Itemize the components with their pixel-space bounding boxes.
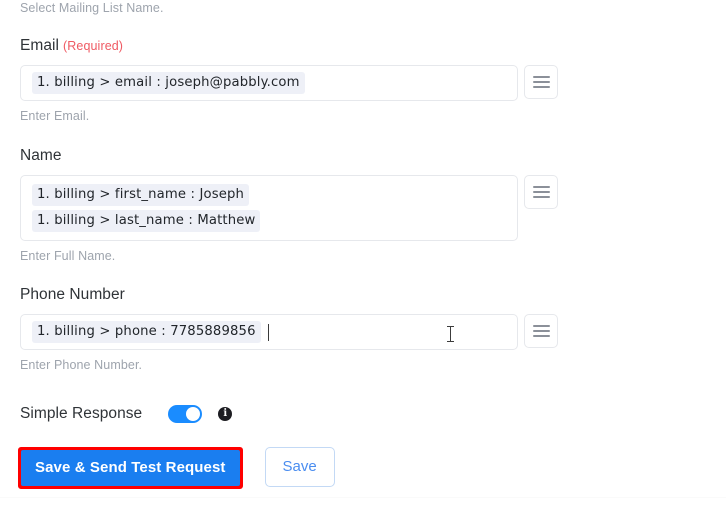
text-caret [267, 323, 269, 341]
form-page: Select Mailing List Name. Email (Require… [0, 0, 726, 506]
email-required-tag: (Required) [63, 39, 124, 53]
simple-response-row: Simple Response i [20, 405, 233, 423]
mailing-list-helper-text: Select Mailing List Name. [20, 1, 164, 15]
hamburger-icon-bar [532, 325, 550, 327]
hamburger-icon-bar [532, 335, 550, 337]
name-input-row: 1. billing > first_name : Joseph 1. bill… [20, 175, 558, 241]
email-chip-line: 1. billing > email : joseph@pabbly.com [32, 72, 305, 94]
info-icon[interactable]: i [218, 407, 233, 421]
hamburger-icon-bar [532, 81, 550, 83]
phone-input[interactable]: 1. billing > phone : 7785889856 [20, 314, 518, 350]
field-group-phone: Phone Number 1. billing > phone : 778588… [20, 285, 558, 373]
highlight-annotation-box: Save & Send Test Request [18, 447, 243, 489]
phone-helper-text: Enter Phone Number. [20, 358, 143, 372]
email-label-row: Email (Required) [20, 36, 558, 56]
email-field-label: Email [20, 37, 60, 54]
email-helper-text: Enter Email. [20, 109, 90, 123]
name-label-row: Name [20, 146, 558, 166]
name-chip-line-first: 1. billing > first_name : Joseph [32, 184, 250, 206]
field-group-email: Email (Required) 1. billing > email : jo… [20, 36, 558, 124]
toggle-knob [186, 407, 201, 421]
hamburger-icon-bar [532, 186, 550, 188]
hamburger-icon-bar [532, 196, 550, 198]
simple-response-label: Simple Response [20, 405, 143, 422]
hamburger-icon-bar [532, 191, 550, 193]
save-and-send-test-request-button[interactable]: Save & Send Test Request [21, 450, 240, 486]
hamburger-icon-bar [532, 330, 550, 332]
mapped-variable-chip[interactable]: 1. billing > last_name : Matthew [32, 210, 261, 232]
name-input[interactable]: 1. billing > first_name : Joseph 1. bill… [20, 175, 518, 241]
email-input[interactable]: 1. billing > email : joseph@pabbly.com [20, 65, 518, 101]
email-field-menu-button[interactable] [524, 65, 558, 99]
phone-input-row: 1. billing > phone : 7785889856 [20, 314, 558, 350]
phone-field-menu-button[interactable] [524, 314, 558, 348]
hamburger-icon-bar [532, 76, 550, 78]
simple-response-toggle[interactable] [168, 405, 203, 423]
mapped-variable-chip[interactable]: 1. billing > email : joseph@pabbly.com [32, 72, 305, 94]
bottom-divider [0, 497, 726, 498]
name-field-menu-button[interactable] [524, 175, 558, 209]
mapped-variable-chip[interactable]: 1. billing > first_name : Joseph [32, 184, 250, 206]
form-action-buttons: Save & Send Test Request Save [18, 447, 335, 489]
email-input-row: 1. billing > email : joseph@pabbly.com [20, 65, 558, 101]
phone-label-row: Phone Number [20, 285, 558, 305]
phone-chip-line: 1. billing > phone : 7785889856 [32, 321, 269, 343]
name-helper-text: Enter Full Name. [20, 249, 116, 263]
hamburger-icon-bar [532, 86, 550, 88]
name-field-label: Name [20, 147, 62, 164]
name-chip-line-last: 1. billing > last_name : Matthew [32, 210, 261, 232]
mapped-variable-chip[interactable]: 1. billing > phone : 7785889856 [32, 321, 261, 343]
save-button[interactable]: Save [264, 447, 335, 487]
field-group-name: Name 1. billing > first_name : Joseph 1.… [20, 146, 558, 264]
phone-field-label: Phone Number [20, 286, 125, 303]
